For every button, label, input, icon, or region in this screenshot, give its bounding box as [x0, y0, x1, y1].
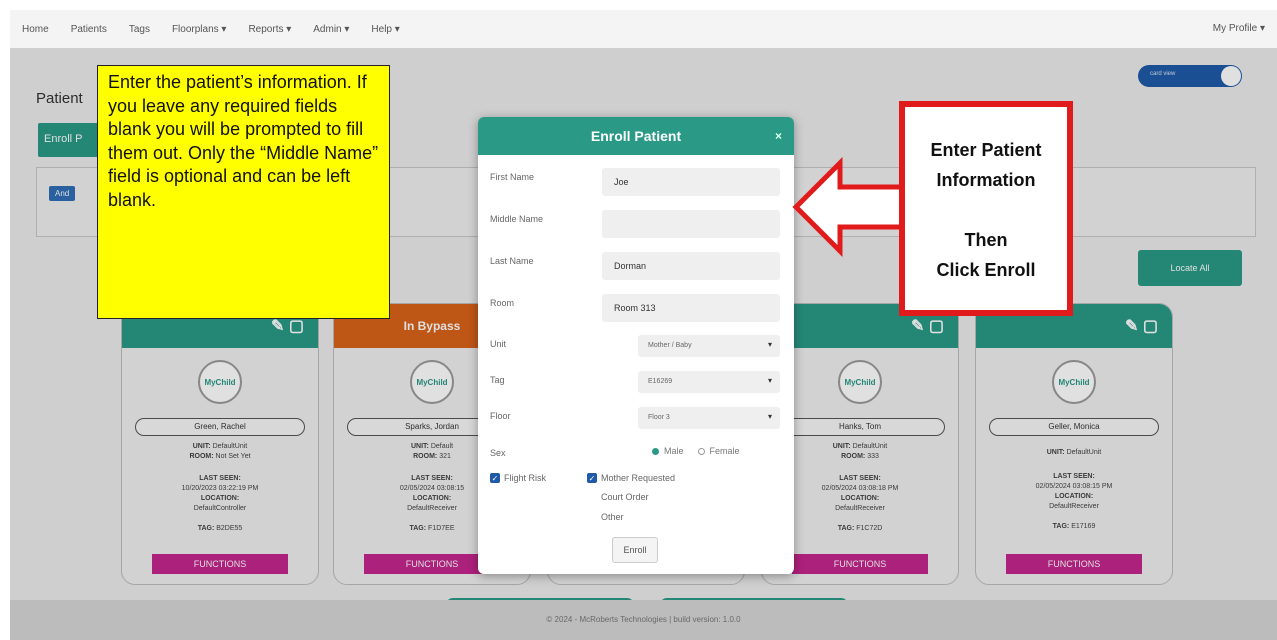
- tag-select-value: E16269: [648, 378, 673, 385]
- top-navbar: Home Patients Tags Floorplans ▾ Reports …: [10, 10, 1277, 48]
- radio-dot: [697, 447, 705, 455]
- callout-line-1: Enter Patient: [930, 140, 1042, 160]
- floor-label: Floor: [490, 411, 511, 421]
- chevron-down-icon: ▾: [767, 412, 772, 421]
- nav-patients[interactable]: Patients: [71, 24, 107, 35]
- checkbox-checked: ✓: [490, 473, 500, 483]
- nav-admin[interactable]: Admin ▾: [313, 24, 349, 35]
- nav-tags[interactable]: Tags: [129, 24, 150, 35]
- checkbox-unchecked: [587, 492, 597, 502]
- instruction-callout-red: Enter Patient Information Then Click Enr…: [899, 101, 1073, 316]
- floor-select[interactable]: Floor 3 ▾: [638, 407, 780, 429]
- chevron-down-icon: ▾: [767, 340, 772, 349]
- sex-radio-group: Male Female: [652, 446, 740, 456]
- middle-name-field[interactable]: [602, 210, 780, 238]
- nav-floorplans[interactable]: Floorplans ▾: [172, 24, 227, 35]
- mother-requested-checkbox[interactable]: ✓ Mother Requested: [587, 473, 675, 483]
- callout-line-2: Information: [936, 170, 1036, 190]
- room-label: Room: [490, 298, 515, 308]
- flight-risk-checkbox[interactable]: ✓ Flight Risk: [490, 473, 546, 483]
- floor-select-value: Floor 3: [648, 414, 670, 421]
- first-name-label: First Name: [490, 172, 535, 182]
- unit-select-value: Mother / Baby: [648, 342, 692, 349]
- nav-help[interactable]: Help ▾: [371, 24, 399, 35]
- sex-label: Sex: [490, 448, 506, 458]
- middle-name-label: Middle Name: [490, 214, 544, 224]
- callout-line-3: Then: [964, 230, 1008, 250]
- sex-female-label: Female: [709, 446, 740, 456]
- checkbox-unchecked: [587, 512, 597, 522]
- tag-select[interactable]: E16269 ▾: [638, 371, 780, 393]
- sex-female-radio[interactable]: Female: [697, 446, 740, 456]
- enroll-submit-button[interactable]: Enroll: [612, 537, 658, 563]
- radio-dot: [652, 447, 659, 455]
- flight-risk-label: Flight Risk: [504, 473, 547, 483]
- court-order-checkbox[interactable]: Court Order: [587, 492, 649, 502]
- room-field[interactable]: [602, 294, 780, 322]
- modal-header: Enroll Patient ×: [478, 117, 794, 155]
- tag-label: Tag: [490, 375, 505, 385]
- arrow-left-icon: [792, 157, 904, 257]
- court-order-label: Court Order: [601, 492, 649, 502]
- first-name-field[interactable]: [602, 168, 780, 196]
- modal-title: Enroll Patient: [590, 128, 682, 144]
- close-icon[interactable]: ×: [775, 117, 782, 155]
- mother-requested-label: Mother Requested: [601, 473, 676, 483]
- sex-male-radio[interactable]: Male: [652, 446, 684, 456]
- nav-home[interactable]: Home: [22, 24, 49, 35]
- callout-line-4: Click Enroll: [936, 260, 1036, 280]
- unit-label: Unit: [490, 339, 507, 349]
- checkbox-checked: ✓: [587, 473, 597, 483]
- enroll-patient-modal: Enroll Patient × First Name Middle Name …: [478, 117, 794, 574]
- nav-my-profile[interactable]: My Profile ▾: [1213, 23, 1265, 34]
- last-name-field[interactable]: [602, 252, 780, 280]
- instruction-callout-yellow: Enter the patient’s information. If you …: [97, 65, 390, 319]
- nav-reports[interactable]: Reports ▾: [248, 24, 291, 35]
- sex-male-label: Male: [664, 446, 684, 456]
- chevron-down-icon: ▾: [767, 376, 772, 385]
- unit-select[interactable]: Mother / Baby ▾: [638, 335, 780, 357]
- other-checkbox[interactable]: Other: [587, 512, 624, 522]
- last-name-label: Last Name: [490, 256, 534, 266]
- other-label: Other: [601, 512, 624, 522]
